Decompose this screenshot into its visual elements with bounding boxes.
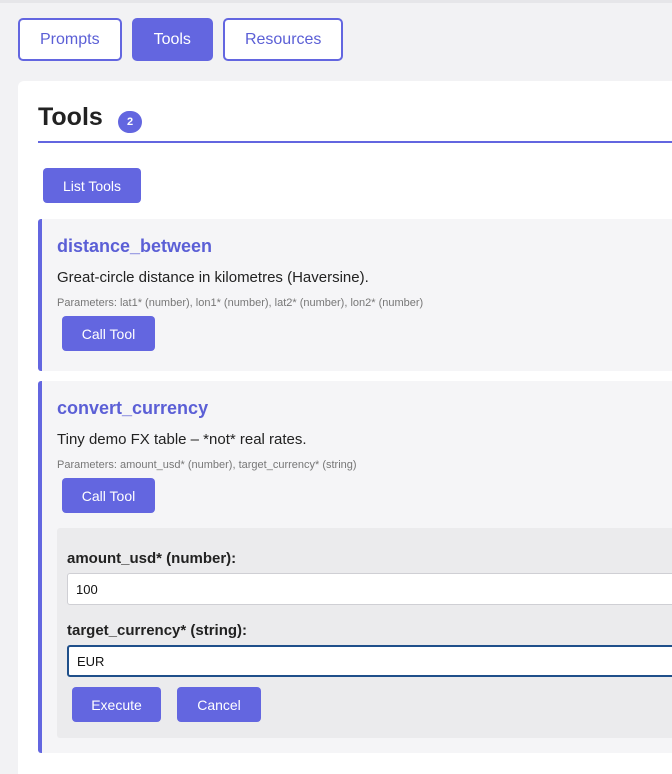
tool-description: Great-circle distance in kilometres (Hav…	[57, 269, 369, 286]
tool-parameters: Parameters: amount_usd* (number), target…	[57, 459, 357, 471]
target-currency-input[interactable]	[67, 645, 672, 677]
tool-count-badge: 2	[118, 111, 142, 133]
execute-button[interactable]: Execute	[72, 687, 161, 722]
amount-usd-input[interactable]	[67, 573, 672, 605]
tool-card-distance-between: distance_between Great-circle distance i…	[38, 219, 672, 371]
tab-resources[interactable]: Resources	[222, 18, 344, 61]
tool-name: distance_between	[57, 236, 213, 256]
tool-description: Tiny demo FX table – *not* real rates.	[57, 431, 307, 448]
tool-card-convert-currency: convert_currency Tiny demo FX table – *n…	[38, 381, 672, 753]
tab-prompts[interactable]: Prompts	[18, 18, 122, 61]
cancel-button[interactable]: Cancel	[177, 687, 261, 722]
tool-call-form: amount_usd* (number): target_currency* (…	[57, 528, 672, 738]
call-tool-button[interactable]: Call Tool	[62, 478, 155, 513]
target-currency-label: target_currency* (string):	[67, 622, 248, 639]
page-title: Tools	[38, 103, 103, 131]
tab-bar: Prompts Tools Resources	[18, 18, 344, 61]
list-tools-button[interactable]: List Tools	[43, 168, 141, 203]
tab-tools[interactable]: Tools	[131, 18, 213, 61]
amount-usd-label: amount_usd* (number):	[67, 550, 237, 567]
panel-header: Tools 2	[38, 103, 672, 143]
top-strip	[0, 0, 672, 3]
tool-name: convert_currency	[57, 398, 209, 418]
tool-parameters: Parameters: lat1* (number), lon1* (numbe…	[57, 297, 424, 309]
tools-panel: Tools 2 List Tools distance_between Grea…	[18, 81, 672, 774]
call-tool-button[interactable]: Call Tool	[62, 316, 155, 351]
